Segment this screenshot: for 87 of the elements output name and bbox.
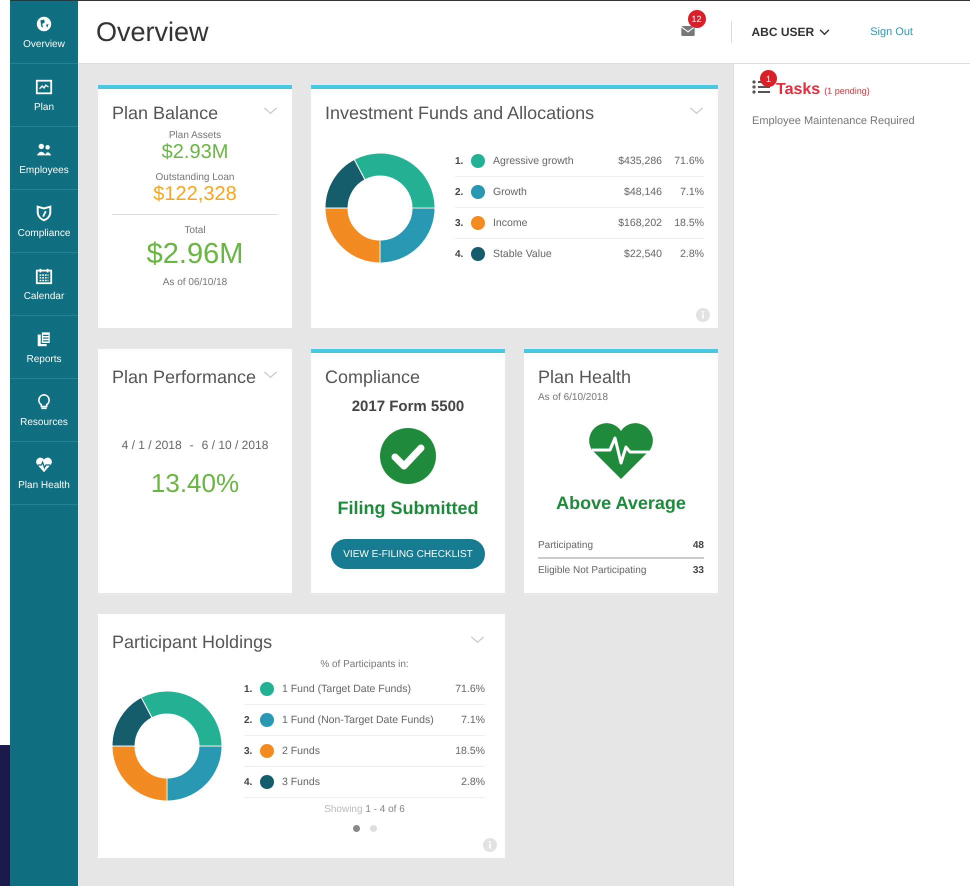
holding-name: 1 Fund (Target Date Funds) [282,683,412,695]
card-title: Participant Holdings [112,632,272,653]
holding-name: 2 Funds [282,745,321,757]
heart-icon [35,456,53,474]
user-menu[interactable]: ABC USER [752,25,830,39]
task-item[interactable]: Employee Maintenance Required [752,115,970,127]
holding-percent: 18.5% [454,745,485,757]
filing-status: Filing Submitted [338,498,478,519]
chevron-down-icon[interactable] [263,371,278,379]
holding-name: 3 Funds [282,776,321,788]
fund-name: Income [493,217,528,229]
calendar-icon [35,266,53,284]
envelope-icon[interactable] [680,26,695,36]
end-date: 6 / 10 / 2018 [202,438,268,452]
tasks-title: Tasks [776,81,820,99]
total-label: Total [184,225,206,236]
holding-percent: 2.8% [460,776,485,788]
card-title: Compliance [325,367,420,388]
fund-name: Growth [493,186,528,198]
card-title: Investment Funds and Allocations [325,103,594,124]
documents-icon [35,330,53,348]
legend-index: 4. [244,776,254,788]
chevron-down-icon[interactable] [470,636,485,644]
globe-icon [35,14,53,32]
legend-index: 2. [455,186,464,198]
chart-icon [35,78,53,96]
fund-amount: $435,286 [617,155,662,167]
holding-name: 1 Fund (Non-Target Date Funds) [282,714,435,726]
fund-amount: $22,540 [623,248,662,260]
fund-percent: 18.5% [673,217,704,229]
card-title: Plan Balance [112,103,218,124]
notification-badge: 12 [688,10,706,28]
stat-label: Participating [538,540,594,551]
notification-badge: 1 [760,70,777,87]
plan-assets-label: Plan Assets [168,130,222,141]
showing-range: 1 - 4 of 6 [365,804,405,815]
form-title: 2017 Form 5500 [352,398,464,415]
chevron-down-icon [819,28,830,36]
checkmark-icon [380,428,436,484]
page-title: Overview [96,16,210,48]
plan-assets-value: $2.93M [162,141,228,164]
legend-index: 1. [455,156,464,166]
outstanding-loan-value: $122,328 [153,183,237,206]
legend-index: 4. [455,248,464,260]
start-date: 4 / 1 / 2018 [122,438,182,452]
performance-value: 13.40% [150,468,240,499]
fund-percent: 7.1% [679,186,704,198]
page-dot[interactable] [352,825,360,832]
fund-percent: 71.6% [673,155,704,167]
holding-percent: 7.1% [460,714,485,726]
pending-count: (1 pending) [824,86,870,96]
legend-index: 3. [455,218,464,228]
people-icon [35,140,53,158]
info-icon[interactable] [696,308,710,322]
card-title: Plan Performance [112,367,256,388]
legend-index: 3. [244,746,254,756]
sidebar-item[interactable]: Overview [10,1,78,64]
checklist-button[interactable]: VIEW E-FILING CHECKLIST [331,539,485,569]
chevron-down-icon[interactable] [689,107,704,115]
legend-index: 2. [244,714,254,726]
stat-value: 48 [692,540,704,551]
fund-name: Stable Value [493,248,553,260]
date-separator: - [190,438,194,452]
outstanding-loan-label: Outstanding Loan [156,172,234,183]
total-value: $2.96M [146,238,244,271]
as-of-date: As of 6/10/2018 [538,392,610,403]
legend-index: 1. [244,684,254,694]
fund-amount: $48,146 [623,186,662,198]
fund-name: Agressive growth [493,155,575,167]
info-icon[interactable] [483,838,497,852]
showing-label: Showing [324,804,363,815]
legend-caption: % of Participants in: [319,659,410,670]
fund-amount: $168,202 [617,217,662,229]
holding-percent: 71.6% [454,683,485,695]
card-title: Plan Health [538,367,632,388]
heart-icon [588,423,654,479]
health-status: Above Average [556,493,686,514]
sign-out-link[interactable]: Sign Out [870,26,913,38]
lightbulb-icon [35,392,53,410]
stat-value: 33 [692,565,704,576]
shield-icon [35,204,53,222]
list-icon[interactable] [752,80,770,94]
stat-label: Eligible Not Participating [538,565,646,576]
page-dot[interactable] [370,825,376,832]
fund-percent: 2.8% [679,248,704,260]
chevron-down-icon[interactable] [263,107,278,115]
as-of-date: As of 06/10/18 [162,277,228,288]
